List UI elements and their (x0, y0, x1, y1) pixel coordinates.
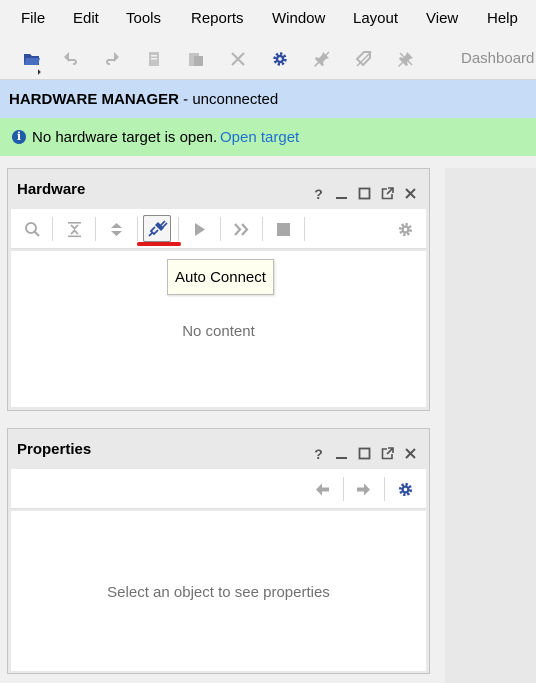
toolbar-separator (95, 217, 96, 241)
settings-icon[interactable] (394, 218, 416, 240)
menu-help[interactable]: Help (487, 10, 518, 27)
toolbar-separator (343, 477, 344, 501)
toolbar-separator (52, 217, 53, 241)
redo-icon[interactable] (101, 48, 123, 70)
unpin-icon[interactable] (395, 48, 417, 70)
minimize-icon[interactable] (333, 445, 350, 462)
menu-bar: File Edit Tools Reports Window Layout Vi… (0, 0, 536, 38)
properties-panel-title: Properties (17, 441, 92, 458)
paste-icon[interactable] (185, 48, 207, 70)
hardware-panel-controls: ? (310, 185, 419, 202)
main-workspace-area (445, 168, 536, 683)
toolbar-separator (384, 477, 385, 501)
empty-state-text: No content (182, 323, 255, 340)
properties-panel-controls: ? (310, 445, 419, 462)
highlight-underline (137, 242, 181, 246)
help-icon[interactable]: ? (310, 185, 327, 202)
hardware-panel-toolbar (11, 209, 426, 249)
float-icon[interactable] (379, 185, 396, 202)
maximize-icon[interactable] (356, 185, 373, 202)
properties-panel-toolbar (11, 469, 426, 509)
menu-tools[interactable]: Tools (126, 10, 161, 27)
info-icon: i (12, 130, 26, 144)
dashboard-button[interactable]: Dashboard (461, 50, 534, 67)
properties-content-area[interactable]: Select an object to see properties (11, 511, 426, 671)
settings-icon[interactable] (269, 48, 291, 70)
copy-icon[interactable] (143, 48, 165, 70)
menu-window[interactable]: Window (272, 10, 325, 27)
auto-connect-tooltip: Auto Connect (167, 259, 274, 295)
notice-message: No hardware target is open. (32, 129, 218, 146)
properties-panel: Properties ? Select an object to see pro… (7, 428, 430, 674)
toolbar-separator (137, 217, 138, 241)
page-title: HARDWARE MANAGER - unconnected (9, 91, 278, 108)
toolbar-separator (262, 217, 263, 241)
minimize-icon[interactable] (333, 185, 350, 202)
hardware-manager-banner: HARDWARE MANAGER - unconnected (0, 80, 536, 118)
help-icon[interactable]: ? (310, 445, 327, 462)
menu-layout[interactable]: Layout (353, 10, 398, 27)
hardware-manager-title: HARDWARE MANAGER (9, 91, 179, 108)
forward-arrow-icon[interactable] (352, 478, 374, 500)
dropdown-indicator-icon (35, 69, 41, 75)
close-icon[interactable] (402, 445, 419, 462)
stop-icon[interactable] (272, 218, 294, 240)
back-arrow-icon[interactable] (311, 478, 333, 500)
pin-icon[interactable] (311, 48, 333, 70)
search-icon[interactable] (21, 218, 43, 240)
menu-view[interactable]: View (426, 10, 458, 27)
tag-icon[interactable] (353, 48, 375, 70)
float-icon[interactable] (379, 445, 396, 462)
connection-status: - unconnected (179, 91, 279, 108)
toolbar-separator (220, 217, 221, 241)
run-all-icon[interactable] (230, 218, 252, 240)
menu-file[interactable]: File (21, 10, 45, 27)
settings-icon[interactable] (394, 478, 416, 500)
open-folder-icon[interactable] (21, 48, 43, 70)
menu-edit[interactable]: Edit (73, 10, 99, 27)
empty-state-text: Select an object to see properties (107, 584, 330, 601)
delete-icon[interactable] (227, 48, 249, 70)
hardware-notice-bar: i No hardware target is open. Open targe… (0, 118, 536, 156)
expand-all-icon[interactable] (105, 218, 127, 240)
main-toolbar: Dashboard (0, 38, 536, 80)
menu-reports[interactable]: Reports (191, 10, 244, 27)
hardware-panel-title: Hardware (17, 181, 86, 198)
collapse-all-icon[interactable] (63, 218, 85, 240)
run-icon[interactable] (188, 218, 210, 240)
maximize-icon[interactable] (356, 445, 373, 462)
toolbar-separator (178, 217, 179, 241)
close-icon[interactable] (402, 185, 419, 202)
auto-connect-icon (148, 220, 168, 237)
undo-icon[interactable] (60, 48, 82, 70)
open-target-link[interactable]: Open target (220, 129, 299, 146)
auto-connect-button[interactable] (143, 215, 171, 242)
toolbar-separator (304, 217, 305, 241)
